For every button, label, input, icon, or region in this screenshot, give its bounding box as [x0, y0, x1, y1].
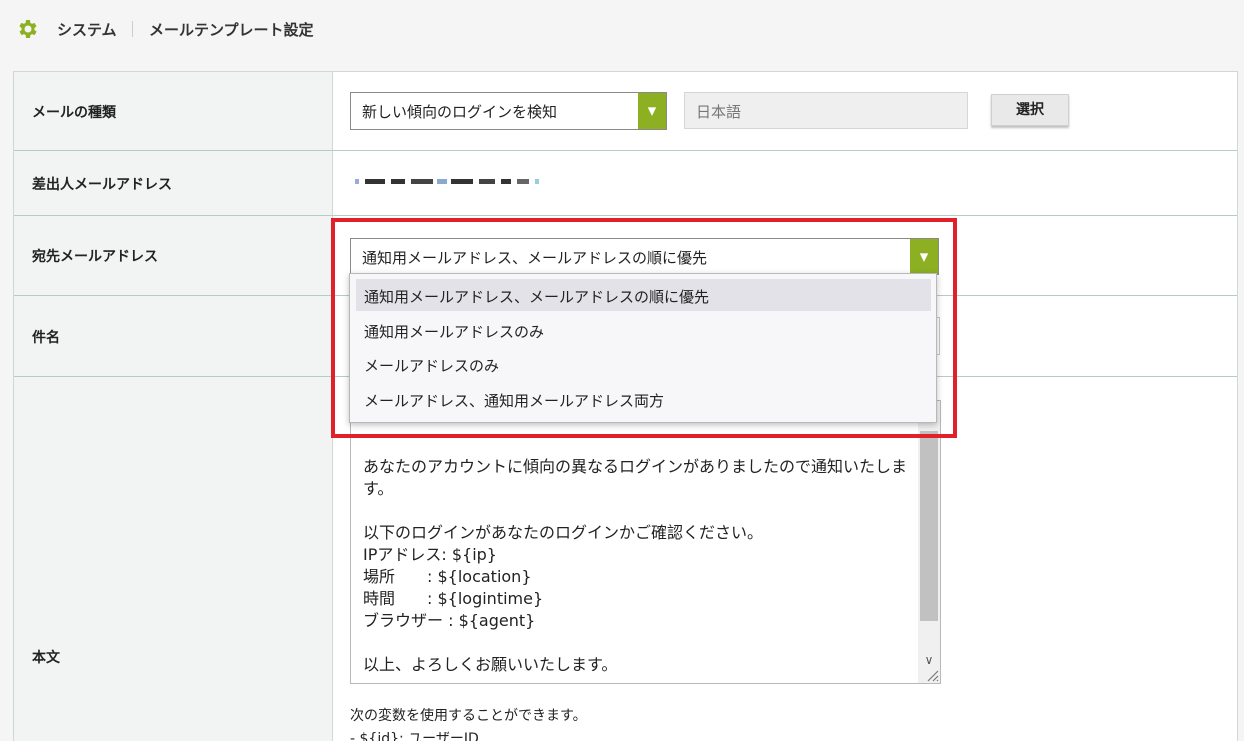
variable-item: - ${id}: ユーザーID [350, 731, 479, 741]
recipient-label: 宛先メールアドレス [32, 249, 158, 265]
mail-type-select[interactable]: 新しい傾向のログインを検知 ▼ [350, 92, 667, 130]
mail-type-value: 新しい傾向のログインを検知 [362, 103, 558, 121]
resize-handle-icon[interactable] [925, 668, 939, 682]
recipient-option[interactable]: 通知用メールアドレス、メールアドレスの順に優先 [356, 279, 931, 311]
gear-icon [19, 20, 37, 38]
row-divider [14, 215, 1237, 216]
scroll-down-icon[interactable]: ∨ [918, 653, 940, 667]
textarea-scrollbar[interactable]: ∨ [918, 401, 940, 683]
body-line: 以下のログインがあなたのログインかご確認ください。 [363, 523, 764, 542]
body-line: 場所 : ${location} [363, 567, 532, 586]
recipient-select[interactable]: 通知用メールアドレス、メールアドレスの順に優先 ▼ [350, 238, 939, 275]
sender-address-redacted [355, 177, 545, 187]
subject-label: 件名 [32, 330, 60, 346]
language-field: 日本語 [684, 92, 968, 129]
language-value: 日本語 [696, 103, 742, 121]
mail-type-label: メールの種類 [32, 105, 116, 121]
body-line: 以上、よろしくお願いいたします。 [363, 655, 618, 674]
select-button[interactable]: 選択 [991, 94, 1069, 126]
breadcrumb-section[interactable]: システム [57, 19, 117, 40]
body-label: 本文 [32, 650, 60, 666]
row-divider [14, 150, 1237, 151]
breadcrumb-divider [132, 21, 133, 37]
body-line: あなたのアカウントに傾向の異なるログインがありましたので通知いたしま [363, 457, 908, 476]
chevron-down-icon: ▼ [910, 239, 938, 274]
scrollbar-thumb[interactable] [920, 431, 938, 621]
body-line: IPアドレス: ${ip} [363, 545, 497, 564]
label-column [14, 72, 333, 741]
recipient-option[interactable]: 通知用メールアドレスのみ [356, 314, 931, 346]
recipient-option[interactable]: メールアドレス、通知用メールアドレス両方 [356, 383, 931, 415]
recipient-value: 通知用メールアドレス、メールアドレスの順に優先 [362, 249, 708, 267]
body-line: す。 [363, 479, 394, 498]
body-line: 時間 : ${logintime} [363, 589, 544, 608]
page-title: メールテンプレート設定 [149, 21, 314, 39]
chevron-down-icon: ▼ [638, 93, 666, 129]
body-line: ブラウザー : ${agent} [363, 611, 536, 630]
body-textarea[interactable]: あなたのアカウントに傾向の異なるログインがありましたので通知いたしま す。 以下… [350, 400, 941, 684]
breadcrumb: システム メールテンプレート設定 [0, 0, 1244, 60]
sender-label: 差出人メールアドレス [32, 177, 172, 193]
recipient-options-list: 通知用メールアドレス、メールアドレスの順に優先 通知用メールアドレスのみ メール… [349, 273, 937, 423]
recipient-option[interactable]: メールアドレスのみ [356, 348, 931, 380]
variables-hint: 次の変数を使用することができます。 [350, 708, 587, 724]
